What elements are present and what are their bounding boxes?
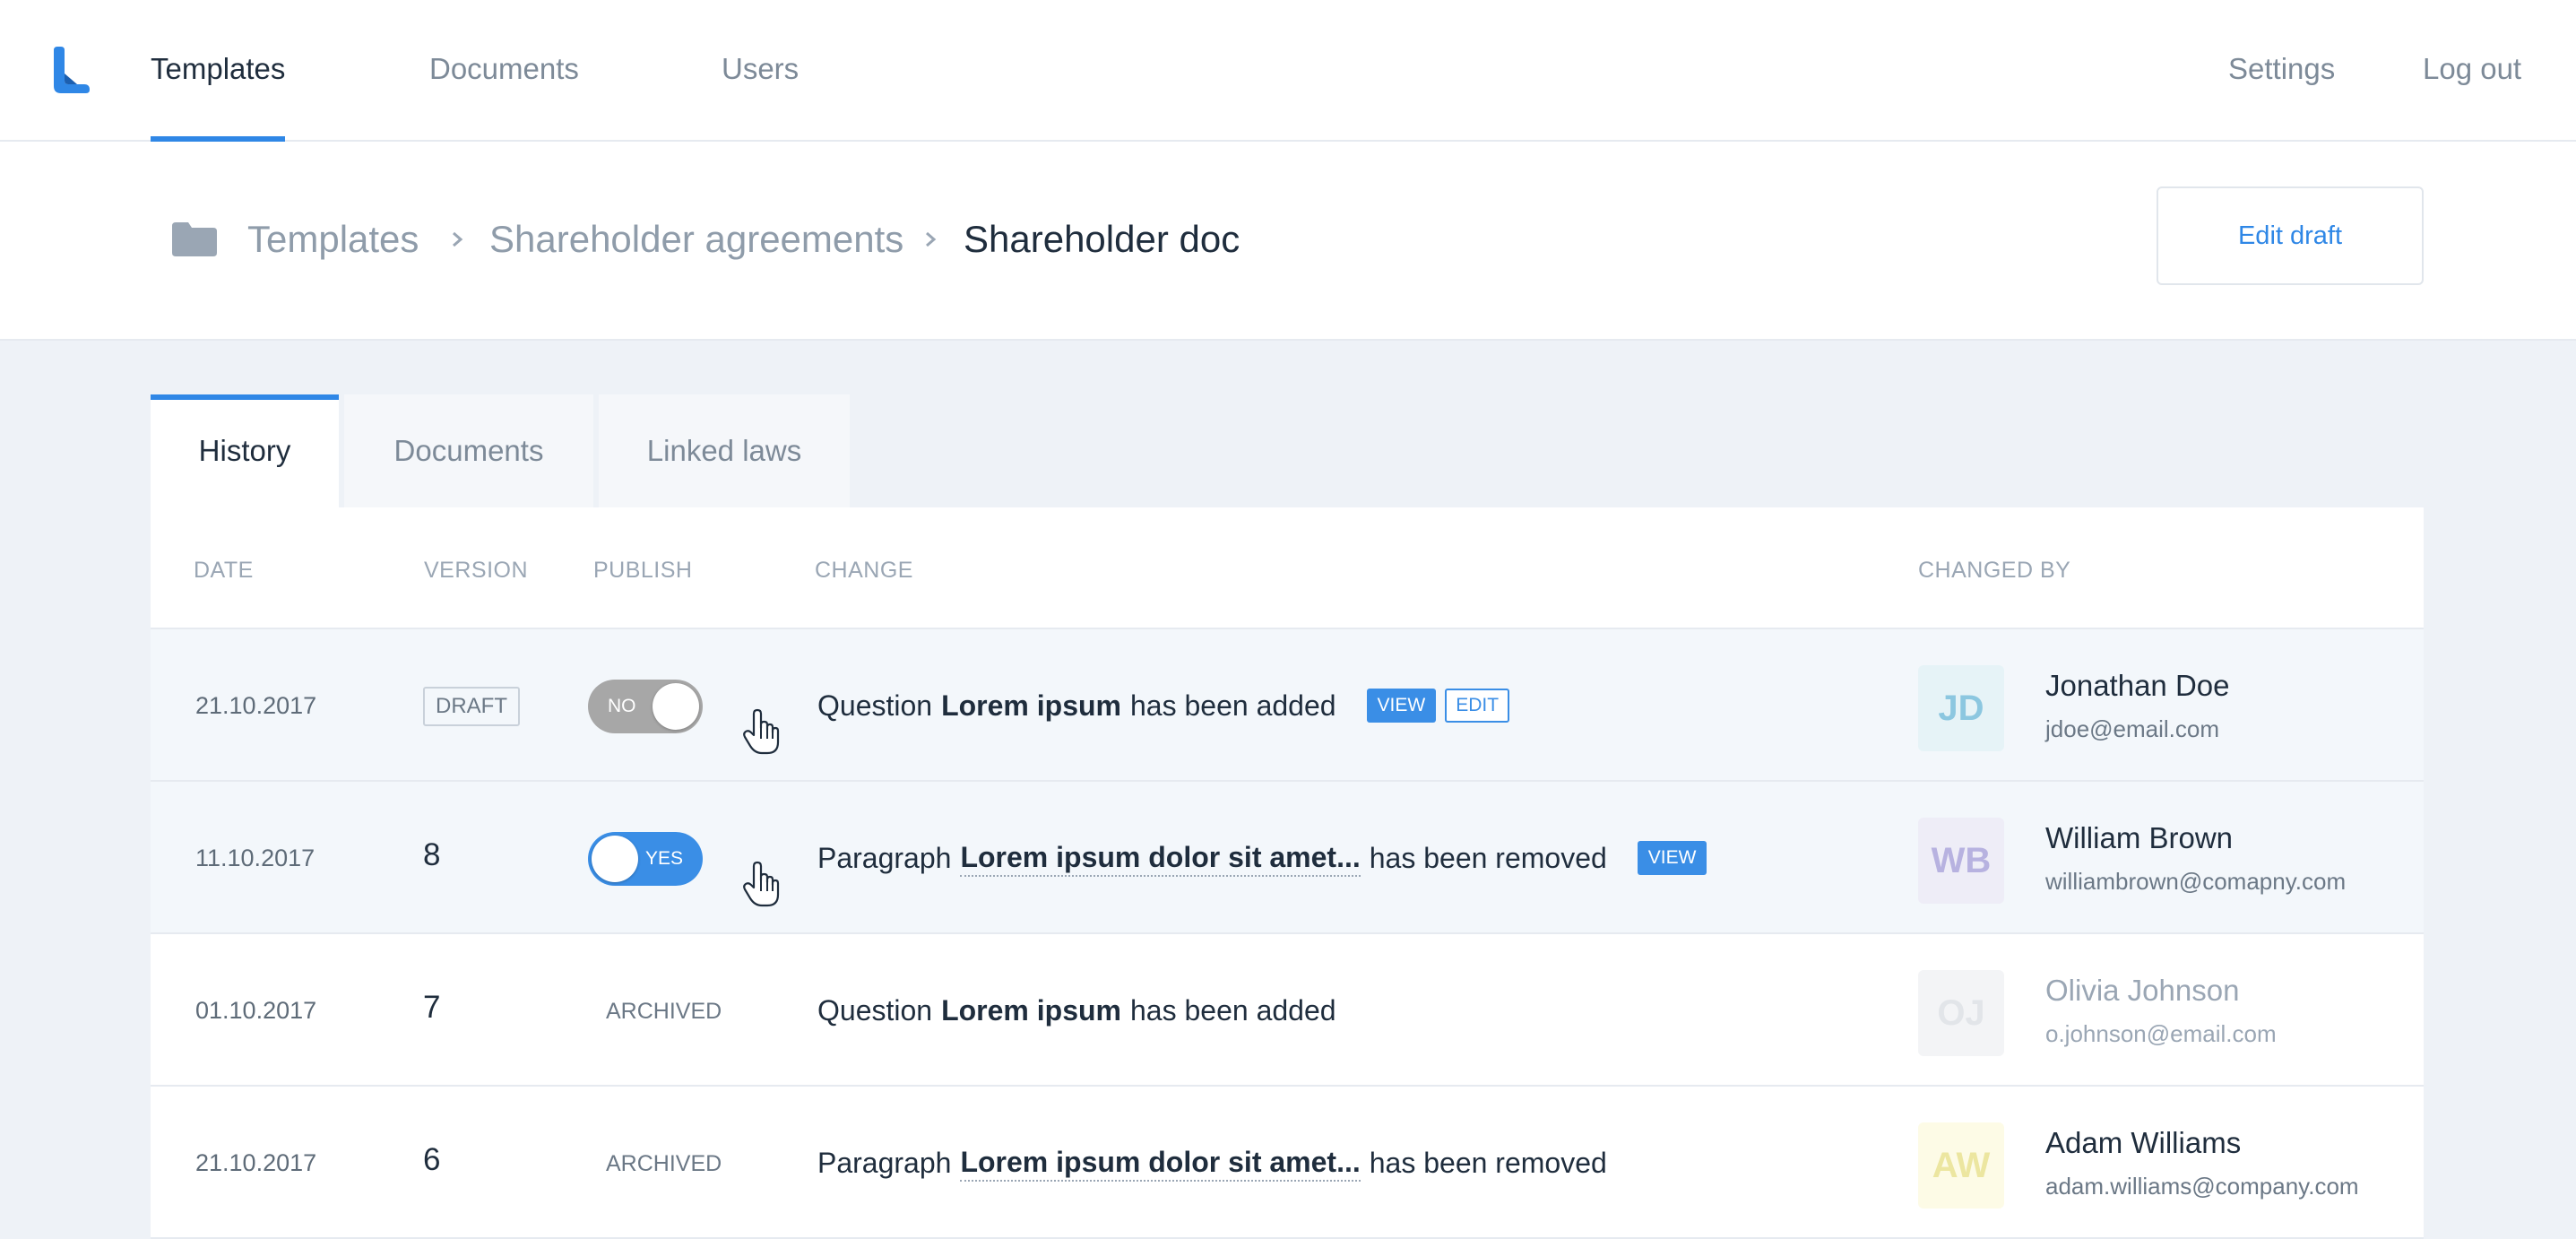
table-header: DATE VERSION PUBLISH CHANGE CHANGED BY <box>151 507 2424 629</box>
row-date: 01.10.2017 <box>195 997 317 1024</box>
view-button[interactable]: VIEW <box>1637 841 1707 875</box>
change-prefix: Question <box>817 689 933 722</box>
breadcrumb-current: Shareholder doc <box>964 218 1240 260</box>
nav-templates[interactable]: Templates <box>151 0 286 142</box>
breadcrumb: Templates Shareholder agreements Shareho… <box>0 142 2576 341</box>
table-row[interactable]: 11.10.2017 8 YES Paragraph Lorem ipsum d… <box>151 782 2424 934</box>
change-subject: Lorem ipsum <box>941 994 1121 1027</box>
header-change[interactable]: CHANGE <box>815 558 913 584</box>
header-version[interactable]: VERSION <box>424 558 528 584</box>
hand-pointer-icon <box>743 708 780 755</box>
change-prefix: Paragraph <box>817 842 952 874</box>
edit-draft-button[interactable]: Edit draft <box>2157 186 2424 285</box>
edit-button[interactable]: EDIT <box>1445 689 1510 723</box>
change-description: Question Lorem ipsum has been added VIEW… <box>817 683 1510 728</box>
row-date: 11.10.2017 <box>195 845 316 871</box>
toggle-knob <box>653 683 699 730</box>
avatar: OJ <box>1918 970 2004 1056</box>
draft-badge: DRAFT <box>423 687 520 726</box>
user-name: William Brown <box>2045 821 2234 854</box>
change-suffix: has been added <box>1130 689 1336 722</box>
change-description: Paragraph Lorem ipsum dolor sit amet... … <box>817 1140 1607 1185</box>
nav-users[interactable]: Users <box>722 0 799 140</box>
user-name: Adam Williams <box>2045 1126 2242 1159</box>
nav-settings[interactable]: Settings <box>2228 0 2335 140</box>
breadcrumb-templates[interactable]: Templates <box>247 215 419 264</box>
breadcrumb-shareholder-agreements[interactable]: Shareholder agreements <box>489 215 903 264</box>
change-subject: Lorem ipsum <box>941 689 1121 722</box>
table-row[interactable]: 21.10.2017 6 ARCHIVED Paragraph Lorem ip… <box>151 1087 2424 1239</box>
table-row[interactable]: 01.10.2017 7 ARCHIVED Question Lorem ips… <box>151 934 2424 1087</box>
archived-status: ARCHIVED <box>606 1151 722 1176</box>
header-publish[interactable]: PUBLISH <box>593 558 692 584</box>
table-row[interactable]: 21.10.2017 DRAFT NO Question Lorem ipsum… <box>151 629 2424 782</box>
avatar: WB <box>1918 818 2004 904</box>
change-suffix: has been removed <box>1369 842 1607 874</box>
change-description: Paragraph Lorem ipsum dolor sit amet... … <box>817 836 1707 880</box>
folder-icon <box>172 222 217 256</box>
view-button[interactable]: VIEW <box>1366 689 1437 723</box>
toggle-knob <box>592 836 638 882</box>
app-logo[interactable] <box>50 45 91 95</box>
header-date[interactable]: DATE <box>194 558 254 584</box>
version-number: 6 <box>423 1142 441 1177</box>
change-suffix: has been removed <box>1369 1147 1607 1179</box>
toggle-label: NO <box>608 696 636 716</box>
tab-history[interactable]: History <box>151 394 339 507</box>
version-number: 7 <box>423 990 441 1025</box>
tab-documents[interactable]: Documents <box>344 394 593 507</box>
change-subject[interactable]: Lorem ipsum dolor sit amet... <box>960 1144 1361 1182</box>
user-email: jdoe@email.com <box>2045 715 2220 742</box>
archived-status: ARCHIVED <box>606 999 722 1024</box>
chevron-right-icon <box>453 231 463 247</box>
avatar: JD <box>1918 665 2004 751</box>
row-date: 21.10.2017 <box>195 1149 317 1176</box>
toggle-label: YES <box>644 848 683 869</box>
user-name: Olivia Johnson <box>2045 974 2240 1007</box>
publish-toggle[interactable]: YES <box>588 832 703 886</box>
user-email: o.johnson@email.com <box>2045 1020 2277 1047</box>
user-email: adam.williams@company.com <box>2045 1173 2359 1200</box>
user-email: williambrown@comapny.com <box>2045 868 2347 895</box>
publish-toggle[interactable]: NO <box>588 680 703 733</box>
change-subject[interactable]: Lorem ipsum dolor sit amet... <box>960 839 1361 877</box>
change-suffix: has been added <box>1130 994 1336 1027</box>
hand-pointer-icon <box>743 861 780 907</box>
change-description: Question Lorem ipsum has been added <box>817 988 1336 1033</box>
tab-linked-laws[interactable]: Linked laws <box>599 394 850 507</box>
nav-logout[interactable]: Log out <box>2423 0 2521 140</box>
chevron-right-icon <box>926 231 937 247</box>
version-number: 8 <box>423 837 441 872</box>
nav-documents[interactable]: Documents <box>429 0 579 140</box>
change-prefix: Paragraph <box>817 1147 952 1179</box>
change-prefix: Question <box>817 994 933 1027</box>
history-table: DATE VERSION PUBLISH CHANGE CHANGED BY 2… <box>151 507 2424 1239</box>
top-nav: Templates Documents Users Settings Log o… <box>0 0 2576 142</box>
avatar: AW <box>1918 1122 2004 1209</box>
header-changed-by[interactable]: CHANGED BY <box>1918 558 2070 584</box>
user-name: Jonathan Doe <box>2045 669 2230 702</box>
row-date: 21.10.2017 <box>195 692 317 719</box>
